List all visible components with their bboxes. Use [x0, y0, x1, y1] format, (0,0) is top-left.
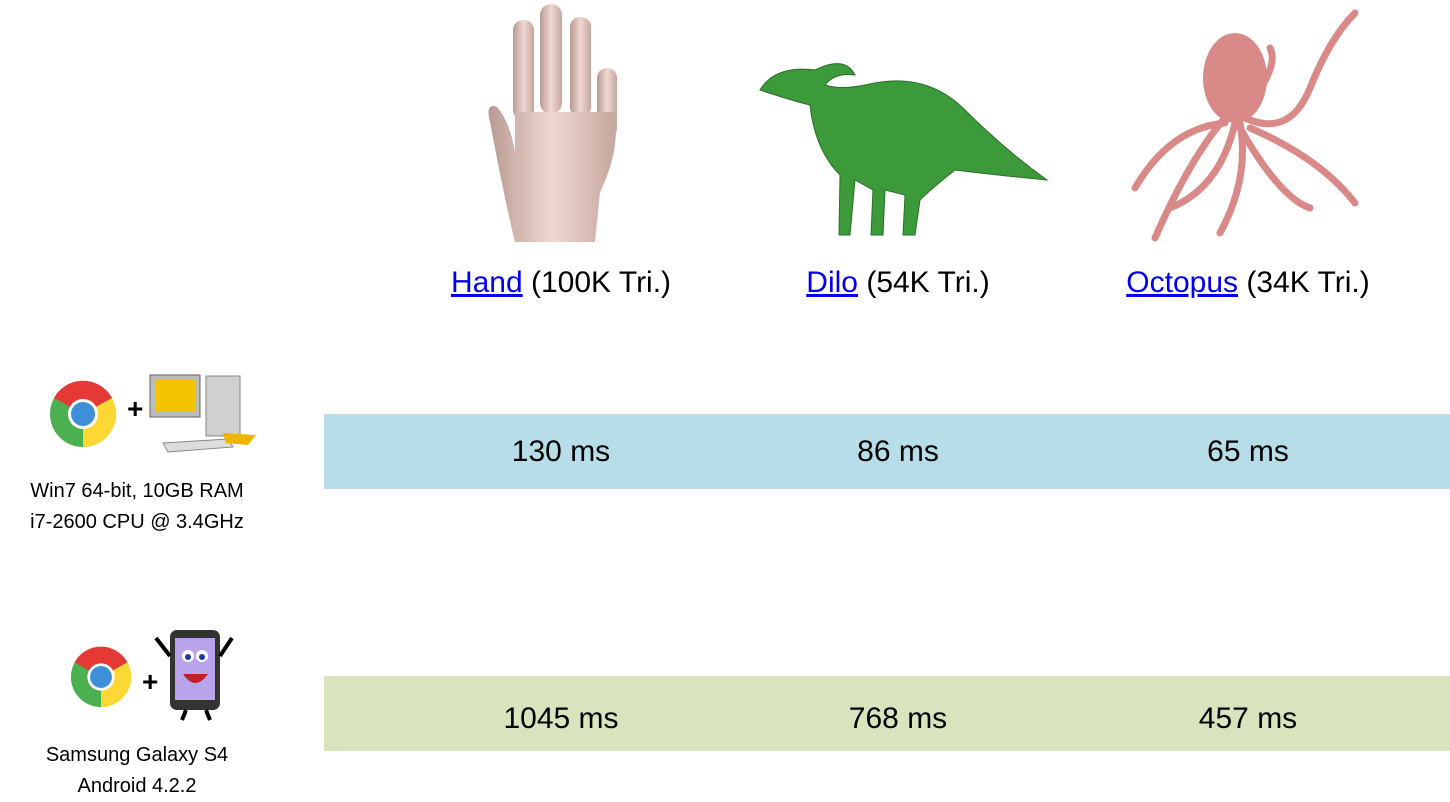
desktop-hand-time: 130 ms — [511, 435, 611, 468]
desktop-dilo-time: 86 ms — [857, 435, 939, 468]
column-header-dilo: Dilo (54K Tri.) — [806, 266, 989, 300]
hand-detail: (100K Tri.) — [522, 266, 672, 299]
octopus-model-image — [1131, 9, 1359, 242]
phone-hand-time: 1045 ms — [503, 702, 619, 735]
desktop-octopus-time: 65 ms — [1207, 435, 1289, 468]
column-header-hand: Hand (100K Tri.) — [451, 266, 671, 300]
desktop-spec-label: Win7 64-bit, 10GB RAM i7-2600 CPU @ 3.4G… — [30, 476, 244, 538]
desktop-spec-line1: Win7 64-bit, 10GB RAM — [30, 480, 244, 502]
phone-octopus-time: 457 ms — [1198, 702, 1298, 735]
dilo-detail: (54K Tri.) — [857, 266, 990, 299]
plus-sign: + — [127, 393, 144, 424]
desktop-spec-line2: i7-2600 CPU @ 3.4GHz — [30, 511, 244, 533]
hand-model-image — [488, 4, 617, 242]
dilo-link[interactable]: Dilo — [806, 266, 858, 299]
octopus-detail: (34K Tri.) — [1238, 266, 1370, 299]
phone-spec-label: Samsung Galaxy S4 Android 4.2.2 — [46, 740, 228, 802]
octopus-link[interactable]: Octopus — [1126, 266, 1238, 299]
hand-link[interactable]: Hand — [451, 266, 523, 299]
phone-spec-line1: Samsung Galaxy S4 — [45, 744, 229, 766]
cartoon-phone-icon — [154, 630, 234, 721]
desktop-computer-icon — [149, 374, 256, 453]
dilo-model-image — [759, 63, 1049, 236]
chrome-icon — [70, 646, 132, 708]
phone-dilo-time: 768 ms — [848, 702, 948, 735]
phone-spec-line2: Android 4.2.2 — [77, 775, 197, 797]
chrome-icon — [50, 380, 117, 448]
column-header-octopus: Octopus (34K Tri.) — [1126, 266, 1369, 300]
